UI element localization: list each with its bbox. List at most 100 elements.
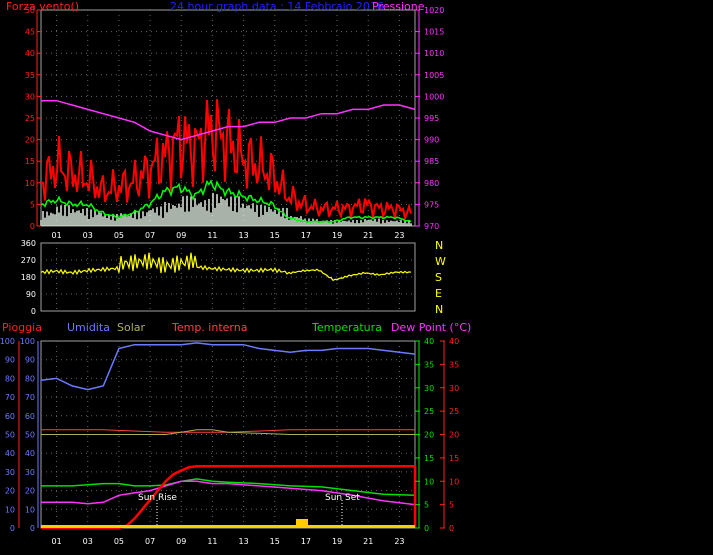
label-umidita: Umidita — [67, 321, 110, 334]
pressure-tick-label: 1020 — [424, 6, 444, 15]
temp-tick-label: 15 — [424, 454, 434, 463]
humidity-tick-label: 30 — [25, 468, 35, 477]
direction-tick-label: 180 — [21, 273, 36, 282]
humidity-tick-label: 50 — [5, 431, 15, 440]
humidity-tick-label: 10 — [25, 505, 35, 514]
compass-label: E — [435, 287, 442, 300]
direction-tick-label: 90 — [26, 290, 36, 299]
humidity-tick-label: 30 — [5, 468, 15, 477]
humidity-tick-label: 50 — [25, 431, 35, 440]
direction-tick-label: 270 — [21, 256, 36, 265]
pressure-tick-label: 990 — [424, 136, 439, 145]
rain-baseline — [41, 525, 415, 528]
temp-tick-label: 30 — [424, 384, 434, 393]
temp-tick-label: 35 — [424, 360, 434, 369]
wind-axis-label: Forza vento() — [6, 0, 79, 13]
humidity-tick-label: 80 — [5, 374, 15, 383]
humidity-tick-label: 80 — [25, 374, 35, 383]
rain-tick-label: 15 — [449, 454, 459, 463]
compass-label: W — [435, 255, 446, 268]
rain-tick-label: 0 — [449, 524, 454, 533]
humidity-tick-label: 0 — [30, 524, 35, 533]
pressure-tick-label: 995 — [424, 114, 439, 123]
temp-tick-label: 5 — [424, 501, 429, 510]
hour-tick-label: 05 — [114, 231, 124, 240]
label-dew-point: Dew Point (°C) — [391, 321, 471, 334]
temp-tick-label: 10 — [424, 477, 434, 486]
hour-tick-label: 07 — [145, 231, 155, 240]
hour-tick-label: 07 — [145, 537, 155, 546]
compass-label: N — [435, 239, 443, 252]
direction-panel-frame — [40, 242, 416, 312]
hour-tick-label: 17 — [301, 231, 311, 240]
compass-label: S — [435, 271, 442, 284]
humidity-tick-label: 10 — [5, 505, 15, 514]
pressure-tick-label: 985 — [424, 157, 439, 166]
pressure-tick-label: 975 — [424, 200, 439, 209]
humidity-tick-label: 40 — [25, 449, 35, 458]
label-pioggia: Pioggia — [2, 321, 42, 334]
hour-tick-label: 21 — [363, 537, 373, 546]
pressure-tick-label: 1000 — [424, 92, 444, 101]
humidity-tick-label: 100 — [0, 337, 15, 346]
label-temp-interna: Temp. interna — [171, 321, 247, 334]
pressure-tick-label: 1010 — [424, 49, 444, 58]
hour-tick-label: 01 — [51, 231, 61, 240]
wind-tick-label: 40 — [25, 49, 35, 58]
humidity-tick-label: 20 — [25, 487, 35, 496]
sun-rise-label: Sun Rise — [138, 493, 177, 503]
temp-tick-label: 0 — [424, 524, 429, 533]
sun-set-label: Sun Set — [325, 493, 360, 503]
wind-tick-label: 5 — [30, 200, 35, 209]
wind-tick-label: 30 — [25, 92, 35, 101]
hour-tick-label: 19 — [332, 537, 342, 546]
hour-tick-label: 13 — [238, 231, 248, 240]
rain-tick-label: 10 — [449, 477, 459, 486]
direction-tick-label: 0 — [31, 307, 36, 316]
temp-tick-label: 40 — [424, 337, 434, 346]
pressure-tick-label: 980 — [424, 179, 439, 188]
wind-tick-label: 35 — [25, 71, 35, 80]
direction-tick-label: 360 — [21, 239, 36, 248]
hour-tick-label: 05 — [114, 537, 124, 546]
temp-tick-label: 25 — [424, 407, 434, 416]
humidity-tick-label: 70 — [25, 393, 35, 402]
humidity-tick-label: 90 — [5, 356, 15, 365]
pressure-tick-label: 1015 — [424, 28, 444, 37]
humidity-tick-label: 100 — [20, 337, 35, 346]
pressure-tick-label: 970 — [424, 222, 439, 231]
hour-tick-label: 03 — [83, 231, 93, 240]
rain-tick-label: 30 — [449, 384, 459, 393]
pressure-tick-label: 1005 — [424, 71, 444, 80]
humidity-tick-label: 40 — [5, 449, 15, 458]
wind-tick-label: 0 — [30, 222, 35, 231]
wind-tick-label: 15 — [25, 157, 35, 166]
chart-title: 24 hour graph data : 14 Febbraio 2016 — [170, 0, 384, 13]
rain-tick-label: 20 — [449, 431, 459, 440]
hour-tick-label: 11 — [207, 537, 217, 546]
rain-tick-label: 35 — [449, 360, 459, 369]
hour-tick-label: 23 — [394, 537, 404, 546]
temp-tick-label: 20 — [424, 431, 434, 440]
humidity-tick-label: 0 — [10, 524, 15, 533]
pressure-axis-label: Pressione — [372, 0, 425, 13]
hour-tick-label: 21 — [363, 231, 373, 240]
humidity-tick-label: 90 — [25, 356, 35, 365]
rain-tick-label: 40 — [449, 337, 459, 346]
hour-tick-label: 09 — [176, 537, 186, 546]
hour-tick-label: 09 — [176, 231, 186, 240]
humidity-tick-label: 60 — [5, 412, 15, 421]
wind-tick-label: 10 — [25, 179, 35, 188]
wind-tick-label: 45 — [25, 28, 35, 37]
hour-tick-label: 13 — [238, 537, 248, 546]
hour-tick-label: 17 — [301, 537, 311, 546]
compass-label: N — [435, 303, 443, 316]
hour-tick-label: 23 — [394, 231, 404, 240]
humidity-tick-label: 20 — [5, 487, 15, 496]
label-temperatura: Temperatura — [311, 321, 382, 334]
hour-tick-label: 11 — [207, 231, 217, 240]
rain-tick-label: 5 — [449, 501, 454, 510]
hour-tick-label: 19 — [332, 231, 342, 240]
wind-tick-label: 20 — [25, 136, 35, 145]
rain-tick-label: 25 — [449, 407, 459, 416]
